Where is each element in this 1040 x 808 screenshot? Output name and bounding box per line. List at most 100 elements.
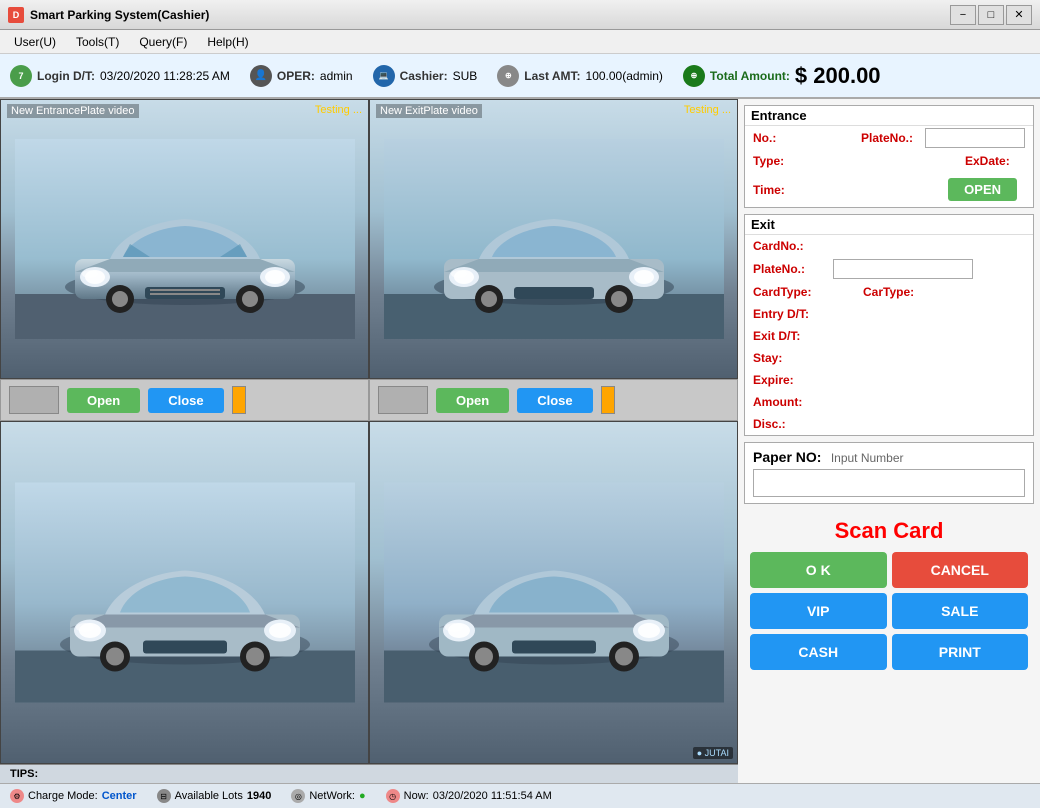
paper-no-content: Paper NO: Input Number	[745, 443, 1033, 503]
action-buttons: O K CANCEL VIP SALE CASH PRINT	[744, 548, 1034, 674]
app-title: Smart Parking System(Cashier)	[30, 8, 209, 22]
network-icon: ◎	[291, 789, 305, 803]
entrance-time-label: Time:	[753, 183, 813, 197]
open-button-entrance[interactable]: Open	[67, 388, 140, 413]
tips-bar: TIPS:	[0, 764, 738, 783]
app-icon: D	[8, 7, 24, 23]
exit-cardtype-label: CardType:	[753, 285, 833, 299]
entrance-plateno-label: PlateNo.:	[861, 131, 921, 145]
exit-expire-label: Expire:	[753, 373, 833, 387]
exit-amount-label: Amount:	[753, 395, 833, 409]
login-status: 7 Login D/T: 03/20/2020 11:28:25 AM	[10, 65, 230, 87]
cash-button[interactable]: CASH	[750, 634, 887, 670]
sale-button[interactable]: SALE	[892, 593, 1029, 629]
main-content: New EntrancePlate video Testing ...	[0, 99, 1040, 783]
now-icon: ◷	[386, 789, 400, 803]
exit-disc-label: Disc.:	[753, 417, 833, 431]
exit-plateno-input[interactable]	[833, 259, 973, 279]
camera-entrance-status: Testing ...	[315, 104, 362, 116]
oper-status: 👤 OPER: admin	[250, 65, 353, 87]
cancel-button[interactable]: CANCEL	[892, 552, 1029, 588]
camera-panel: New EntrancePlate video Testing ...	[0, 99, 738, 783]
paper-no-section: Paper NO: Input Number	[744, 442, 1034, 504]
paper-no-hint: Input Number	[831, 451, 904, 465]
network-item: ◎ NetWork: ●	[291, 789, 365, 803]
exit-entrydt-label: Entry D/T:	[753, 307, 833, 321]
print-button[interactable]: PRINT	[892, 634, 1029, 670]
exit-stay-row: Stay:	[745, 347, 1033, 369]
cashier-icon: 💻	[373, 65, 395, 87]
charge-mode-item: ⚙ Charge Mode: Center	[10, 789, 137, 803]
scan-card-text: Scan Card	[744, 510, 1034, 548]
exit-cardno-row: CardNo.:	[745, 235, 1033, 257]
right-panel: Entrance No.: PlateNo.: Type: ExDate: Ti…	[738, 99, 1040, 783]
menu-tools[interactable]: Tools(T)	[66, 33, 129, 51]
paper-no-input[interactable]	[753, 469, 1025, 497]
vip-button[interactable]: VIP	[750, 593, 887, 629]
camera-feed-entrance: New EntrancePlate video Testing ...	[0, 99, 369, 379]
menu-query[interactable]: Query(F)	[129, 33, 197, 51]
exit-disc-row: Disc.:	[745, 413, 1033, 435]
entrance-type-row: Type: ExDate:	[745, 150, 1033, 172]
exit-amount-row: Amount:	[745, 391, 1033, 413]
entrance-no-label: No.:	[753, 131, 813, 145]
exit-exitdt-row: Exit D/T:	[745, 325, 1033, 347]
camera-feed-bottom-left	[0, 421, 369, 764]
jutai-watermark: ● JUTAI	[693, 747, 733, 759]
exit-expire-row: Expire:	[745, 369, 1033, 391]
total-icon: ⊕	[683, 65, 705, 87]
ctrl-box-exit	[378, 386, 428, 414]
last-amt-status: ⊕ Last AMT: 100.00(admin)	[497, 65, 663, 87]
available-lots-icon: ⊟	[157, 789, 171, 803]
last-amt-icon: ⊕	[497, 65, 519, 87]
entrance-exdate-label: ExDate:	[965, 154, 1025, 168]
total-amount-status: ⊕ Total Amount: $ 200.00	[683, 63, 881, 89]
camera-controls-row: Open Close Open Close	[0, 379, 738, 421]
open-button-exit[interactable]: Open	[436, 388, 509, 413]
title-bar-left: D Smart Parking System(Cashier)	[8, 7, 209, 23]
status-bar-top: 7 Login D/T: 03/20/2020 11:28:25 AM 👤 OP…	[0, 54, 1040, 99]
exit-cartype-label: CarType:	[863, 285, 943, 299]
close-button-exit[interactable]: Close	[517, 388, 592, 413]
entrance-no-row: No.: PlateNo.:	[745, 126, 1033, 150]
entrance-open-button[interactable]: OPEN	[948, 178, 1017, 201]
exit-plateno-row: PlateNo.:	[745, 257, 1033, 281]
camera-entrance-label: New EntrancePlate video	[7, 104, 139, 118]
close-button[interactable]: ✕	[1006, 5, 1032, 25]
entrance-time-row: Time: OPEN	[745, 172, 1033, 207]
minimize-button[interactable]: −	[950, 5, 976, 25]
entrance-plateno-input[interactable]	[925, 128, 1025, 148]
ctrl-indicator-exit	[601, 386, 615, 414]
status-bar-bottom: ⚙ Charge Mode: Center ⊟ Available Lots 1…	[0, 783, 1040, 808]
available-lots-item: ⊟ Available Lots 1940	[157, 789, 272, 803]
exit-plateno-label: PlateNo.:	[753, 262, 833, 276]
camera-exit-label: New ExitPlate video	[376, 104, 482, 118]
menu-bar: User(U) Tools(T) Query(F) Help(H)	[0, 30, 1040, 54]
close-button-entrance[interactable]: Close	[148, 388, 223, 413]
exit-cardno-label: CardNo.:	[753, 239, 833, 253]
entrance-type-label: Type:	[753, 154, 813, 168]
camera-bottom-row: ● JUTAI	[0, 421, 738, 764]
cashier-status: 💻 Cashier: SUB	[373, 65, 478, 87]
title-bar: D Smart Parking System(Cashier) − □ ✕	[0, 0, 1040, 30]
exit-section: Exit CardNo.: PlateNo.: CardType: CarTyp…	[744, 214, 1034, 436]
camera-ctrl-exit: Open Close	[369, 379, 738, 421]
maximize-button[interactable]: □	[978, 5, 1004, 25]
clock-icon: 7	[10, 65, 32, 87]
entrance-plateno-group: PlateNo.:	[861, 128, 1025, 148]
camera-exit-status: Testing ...	[684, 104, 731, 116]
exit-entrydt-row: Entry D/T:	[745, 303, 1033, 325]
menu-help[interactable]: Help(H)	[197, 33, 258, 51]
ok-button[interactable]: O K	[750, 552, 887, 588]
camera-ctrl-entrance: Open Close	[0, 379, 369, 421]
exit-cardtype-row: CardType: CarType:	[745, 281, 1033, 303]
exit-title: Exit	[745, 215, 1033, 235]
entrance-section: Entrance No.: PlateNo.: Type: ExDate: Ti…	[744, 105, 1034, 208]
exit-exitdt-label: Exit D/T:	[753, 329, 833, 343]
title-bar-controls: − □ ✕	[950, 5, 1032, 25]
exit-stay-label: Stay:	[753, 351, 833, 365]
entrance-exdate-group: ExDate:	[965, 154, 1025, 168]
camera-feed-bottom-right: ● JUTAI	[369, 421, 738, 764]
menu-user[interactable]: User(U)	[4, 33, 66, 51]
camera-feed-exit: New ExitPlate video Testing ...	[369, 99, 738, 379]
